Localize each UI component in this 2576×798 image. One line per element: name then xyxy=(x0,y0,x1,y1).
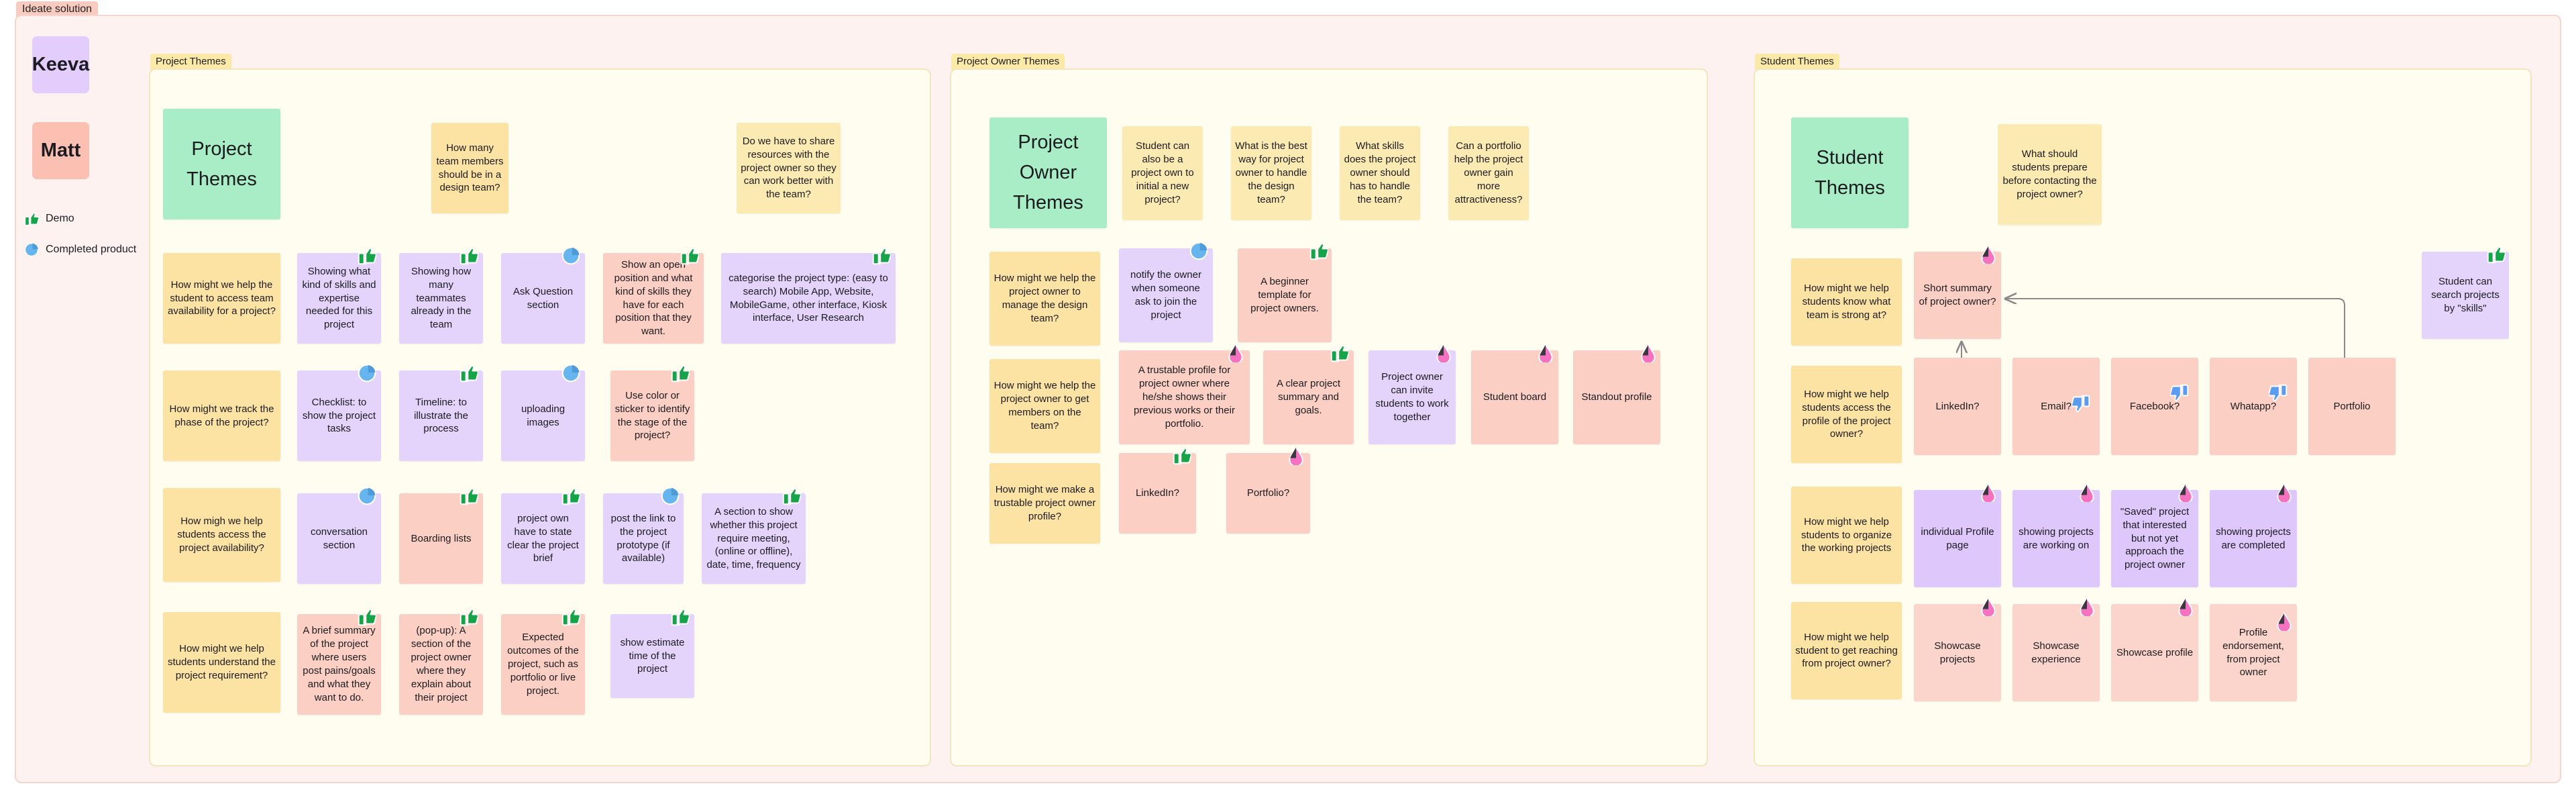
sticky-note[interactable]: A trustable profile for project owner wh… xyxy=(1119,350,1250,444)
hmw-question-note[interactable]: How migh we help students access the pro… xyxy=(163,488,280,582)
sticky-note[interactable]: Checklist: to show the project tasks xyxy=(297,370,381,461)
sticky-note[interactable]: notify the owner when someone ask to joi… xyxy=(1119,248,1213,342)
sticky-note[interactable]: How many team members should be in a des… xyxy=(431,123,508,213)
hmw-question-note[interactable]: How might we track the phase of the proj… xyxy=(163,370,280,461)
sticky-note[interactable]: show estimate time of the project xyxy=(610,614,694,698)
author-name: Keeva xyxy=(32,54,90,75)
sticky-note[interactable]: "Saved" project that interested but not … xyxy=(2111,490,2198,587)
author-name: Matt xyxy=(40,140,81,161)
hmw-question-note[interactable]: How might we make a trustable project ow… xyxy=(989,463,1100,544)
sticky-note[interactable]: showing projects are working on xyxy=(2012,490,2100,587)
frame-label-project-themes[interactable]: Project Themes xyxy=(150,54,231,70)
sticky-note[interactable]: Boarding lists xyxy=(399,493,483,584)
sticky-note[interactable]: A section to show whether this project r… xyxy=(702,493,806,584)
sticky-note[interactable]: Do we have to share resources with the p… xyxy=(737,123,841,213)
sticky-note[interactable]: Can a portfolio help the project owner g… xyxy=(1448,126,1529,220)
sticky-note[interactable]: Facebook? xyxy=(2111,358,2198,455)
sticky-note[interactable]: Showcase profile xyxy=(2111,604,2198,701)
sticky-note[interactable]: A beginner template for project owners. xyxy=(1238,248,1332,342)
sticky-note[interactable]: Project owner can invite students to wor… xyxy=(1368,350,1456,444)
sticky-note[interactable]: (pop-up): A section of the project owner… xyxy=(399,614,483,715)
sticky-note[interactable]: Standout profile xyxy=(1573,350,1660,444)
sticky-note[interactable]: Use color or sticker to identify the sta… xyxy=(610,370,694,461)
hmw-question-note[interactable]: How might we help students to organize t… xyxy=(1791,487,1902,584)
sticky-note[interactable]: What skills does the project owner shoul… xyxy=(1340,126,1420,220)
hmw-question-note[interactable]: How might we help students access the pr… xyxy=(1791,366,1902,463)
sticky-note[interactable]: A brief summary of the project where use… xyxy=(297,614,381,715)
sticky-note[interactable]: project own have to state clear the proj… xyxy=(501,493,585,584)
sticky-note[interactable]: Portfolio? xyxy=(1226,453,1310,534)
sticky-note[interactable]: LinkedIn? xyxy=(1119,453,1196,534)
sticky-note[interactable]: Ask Question section xyxy=(501,253,585,344)
sticky-note[interactable]: categorise the project type: (easy to se… xyxy=(721,253,896,344)
column-title-project-owner-themes[interactable]: Project Owner Themes xyxy=(989,117,1107,228)
legend-label: Demo xyxy=(46,213,74,224)
sticky-note[interactable]: Short summary of project owner? xyxy=(1914,252,2001,339)
legend-item-completed-product: Completed product xyxy=(24,242,136,257)
sticky-note[interactable]: conversation section xyxy=(297,493,381,584)
hmw-question-note[interactable]: How might we help the project owner to m… xyxy=(989,252,1100,346)
sticky-note[interactable]: individual Profile page xyxy=(1914,490,2001,587)
sticky-note[interactable]: Student can also be a project own to ini… xyxy=(1122,126,1203,220)
sticky-note[interactable]: What should students prepare before cont… xyxy=(1998,124,2102,225)
sticky-note[interactable]: Student can search projects by "skills" xyxy=(2422,252,2509,339)
frame-label-student-themes[interactable]: Student Themes xyxy=(1755,54,1839,70)
sticky-note[interactable]: showing projects are completed xyxy=(2210,490,2297,587)
sticky-note[interactable]: Email? xyxy=(2012,358,2100,455)
hmw-question-note[interactable]: How might we help students understand th… xyxy=(163,612,280,713)
whiteboard-canvas[interactable]: Ideate solution Keeva Matt Demo Complete… xyxy=(0,0,2576,798)
frame-label-project-owner-themes[interactable]: Project Owner Themes xyxy=(951,54,1065,70)
hmw-question-note[interactable]: How might we help the project owner to g… xyxy=(989,359,1100,453)
legend-item-demo: Demo xyxy=(24,211,74,226)
hmw-question-note[interactable]: How might we help students know what tea… xyxy=(1791,258,1902,346)
sticky-note[interactable]: Showing how many teammates already in th… xyxy=(399,253,483,344)
sticky-note[interactable]: Profile endorsement, from project owner xyxy=(2210,604,2297,701)
sticky-note[interactable]: Whatapp? xyxy=(2210,358,2297,455)
blue-circle-sticker-icon xyxy=(24,242,39,257)
legend-label: Completed product xyxy=(46,244,137,255)
sticky-note[interactable]: post the link to the project prototype (… xyxy=(603,493,684,584)
sticky-note[interactable]: Expected outcomes of the project, such a… xyxy=(501,614,585,715)
sticky-note[interactable]: Showcase projects xyxy=(1914,604,2001,701)
column-title-student-themes[interactable]: Student Themes xyxy=(1791,117,1909,228)
sticky-note[interactable]: LinkedIn? xyxy=(1914,358,2001,455)
sticky-note[interactable]: Showcase experience xyxy=(2012,604,2100,701)
sticky-note[interactable]: Student board xyxy=(1471,350,1558,444)
author-card-matt[interactable]: Matt xyxy=(32,122,89,179)
sticky-note[interactable]: Show an open position and what kind of s… xyxy=(603,253,704,344)
sticky-note[interactable]: uploading images xyxy=(501,370,585,461)
sticky-note[interactable]: A clear project summary and goals. xyxy=(1263,350,1354,444)
sticky-note[interactable]: Showing what kind of skills and expertis… xyxy=(297,253,381,344)
hmw-question-note[interactable]: How might we help student to get reachin… xyxy=(1791,602,1902,699)
sticky-note[interactable]: Portfolio xyxy=(2308,358,2396,455)
column-title-project-themes[interactable]: Project Themes xyxy=(163,109,280,219)
thumbs-up-icon xyxy=(24,211,40,226)
hmw-question-note[interactable]: How might we help the student to access … xyxy=(163,253,280,344)
sticky-note[interactable]: Timeline: to illustrate the process xyxy=(399,370,483,461)
sticky-note[interactable]: What is the best way for project owner t… xyxy=(1231,126,1311,220)
author-card-keeva[interactable]: Keeva xyxy=(32,36,89,93)
